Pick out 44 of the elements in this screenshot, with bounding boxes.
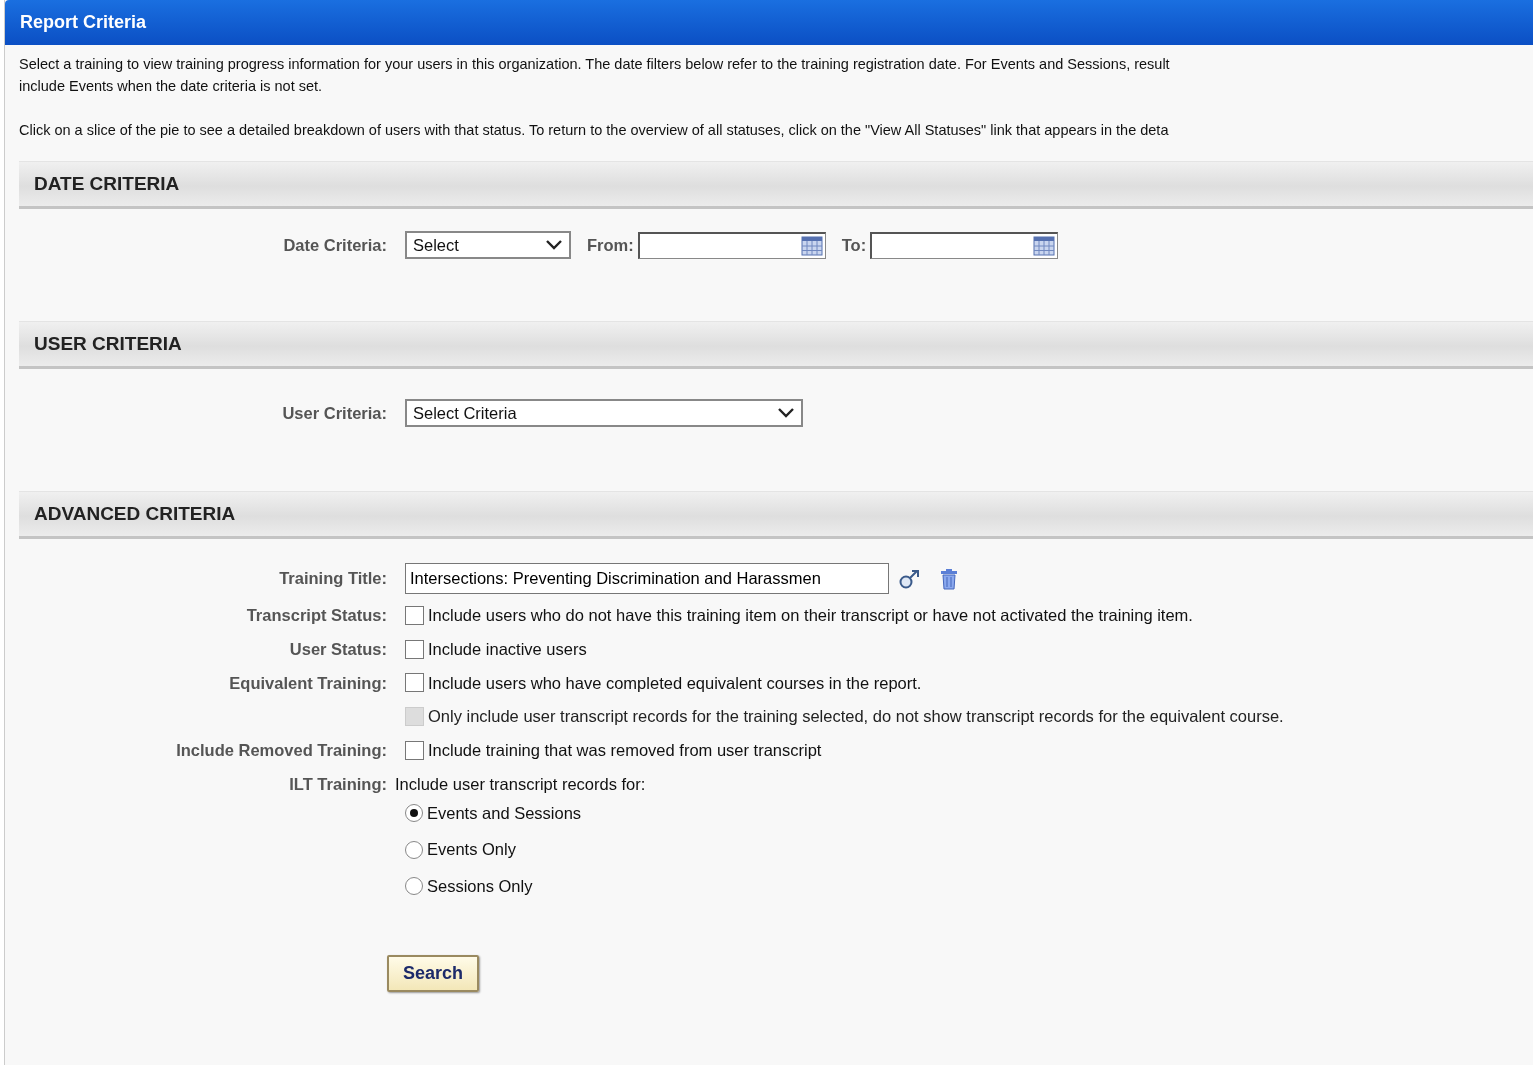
radio-button[interactable] — [405, 840, 423, 859]
field-text: Include user transcript records for: — [395, 773, 647, 795]
input-field[interactable]: Intersections: Preventing Discrimination and Harassmen — [405, 563, 889, 594]
trash-icon[interactable] — [939, 567, 959, 590]
field-label: Include Removed Training: — [175, 740, 387, 761]
section-heading: DATE CRITERIA — [19, 161, 1533, 209]
field-label: From: — [587, 234, 634, 256]
checkbox[interactable] — [405, 740, 424, 760]
checkbox[interactable] — [405, 673, 424, 693]
panel-title: Report Criteria — [5, 0, 1533, 45]
intro-text: Select a training to view training progress information for your users in this organization. The date filters below refer to the training registration date. For Events and Sessions, result — [18, 55, 1171, 74]
intro-text: include Events when the date criteria is not set. — [18, 77, 324, 96]
radio-label: Events and Sessions — [427, 802, 582, 824]
search-button[interactable]: Search — [387, 954, 480, 992]
field-label: User Status: — [288, 638, 387, 660]
section-heading: USER CRITERIA — [19, 321, 1533, 369]
checkbox-label: Include inactive users — [428, 638, 587, 660]
field-label: ILT Training: — [288, 773, 387, 795]
checkbox-label: Include training that was removed from user transcript — [428, 740, 822, 761]
checkbox[interactable] — [405, 639, 424, 659]
calendar-icon[interactable] — [800, 235, 823, 256]
checkbox-label: Include users who do not have this training item on their transcript or have not activated the training item. — [428, 605, 1193, 626]
select-dropdown[interactable]: Select — [405, 231, 571, 259]
field-label: Transcript Status: — [245, 605, 387, 626]
field-label: To: — [841, 234, 867, 256]
checkbox[interactable] — [405, 605, 424, 625]
field-label: Date Criteria: — [282, 234, 387, 256]
radio-label: Events Only — [427, 839, 516, 861]
field-label: Equivalent Training: — [228, 672, 387, 694]
intro-text: Click on a slice of the pie to see a detailed breakdown of users with that status. To return to the overview of all statuses, click on the "View All Statuses" link that appears in the deta — [18, 121, 1170, 140]
checkbox-label: Only include user transcript records for the training selected, do not show transcript records for the equivalent course. — [428, 706, 1284, 728]
calendar-icon[interactable] — [1033, 235, 1056, 256]
date-field[interactable] — [870, 231, 1059, 259]
field-label: Training Title: — [278, 568, 387, 590]
field-label: User Criteria: — [281, 402, 387, 424]
date-field[interactable] — [637, 231, 826, 259]
checkbox-label: Include users who have completed equivalent courses in the report. — [428, 672, 922, 694]
section-heading: ADVANCED CRITERIA — [19, 491, 1533, 539]
radio-button[interactable] — [405, 803, 423, 822]
select-dropdown[interactable]: Select Criteria — [405, 399, 803, 427]
caret-icon — [777, 407, 795, 419]
radio-button[interactable] — [405, 877, 423, 896]
radio-label: Sessions Only — [427, 876, 533, 897]
caret-icon — [545, 239, 563, 251]
